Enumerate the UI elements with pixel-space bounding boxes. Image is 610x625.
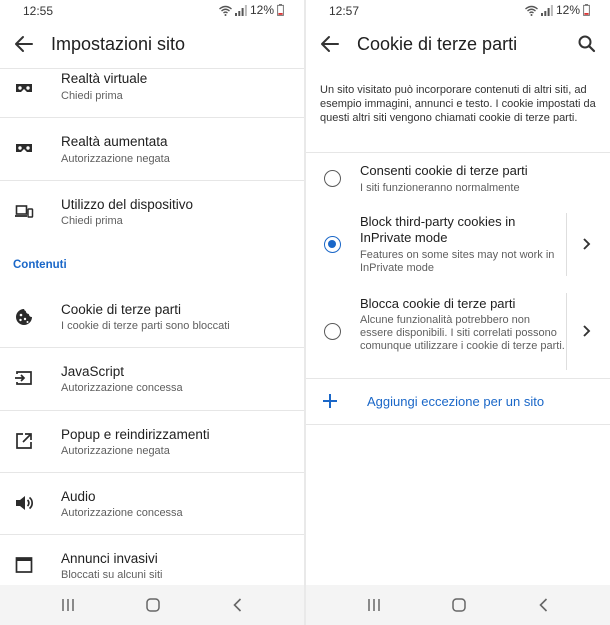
radio-block-cookies[interactable]: [324, 323, 341, 340]
setting-subtitle: Autorizzazione negata: [61, 445, 170, 457]
plus-icon: [323, 394, 337, 408]
app-bar-divider: [0, 68, 304, 69]
battery-text: 12%: [249, 3, 274, 17]
setting-item-audio[interactable]: Audio Autorizzazione concessa: [0, 473, 304, 534]
javascript-icon: [15, 371, 32, 385]
wifi-icon: [219, 5, 232, 16]
home-icon[interactable]: [451, 597, 467, 613]
setting-title: Utilizzo del dispositivo: [61, 197, 194, 212]
signal-icon: [540, 4, 553, 16]
system-nav-bar: [306, 585, 610, 625]
back-arrow-icon[interactable]: [12, 32, 36, 56]
radio-allow-cookies[interactable]: [324, 170, 341, 187]
option-separator: [566, 293, 567, 370]
setting-item-intrusive-ads[interactable]: Annunci invasivi Bloccati su alcuni siti: [0, 535, 304, 585]
vr-headset-icon: [16, 84, 32, 92]
option-subtitle: I siti funzioneranno normalmente: [360, 182, 520, 194]
ar-headset-icon: [16, 144, 32, 152]
setting-subtitle: Autorizzazione negata: [61, 153, 170, 165]
add-exception-label: Aggiungi eccezione per un sito: [367, 394, 545, 409]
setting-item-device-usage[interactable]: Utilizzo del dispositivo Chiedi prima: [0, 181, 304, 243]
status-icons: 12%: [525, 3, 590, 17]
setting-subtitle: Chiedi prima: [61, 215, 123, 227]
cookie-icon: [16, 309, 32, 325]
setting-item-javascript[interactable]: JavaScript Autorizzazione concessa: [0, 348, 304, 410]
section-header-contents: Contenuti: [13, 259, 67, 271]
setting-subtitle: Bloccati su alcuni siti: [61, 569, 163, 581]
setting-title: Realtà virtuale: [61, 71, 148, 86]
divider: [306, 378, 610, 379]
option-block-inprivate[interactable]: Block third-party cookies in InPrivate m…: [306, 210, 610, 284]
back-nav-icon[interactable]: [536, 597, 552, 613]
option-subtitle: Features on some sites may not work in I…: [360, 249, 555, 274]
site-settings-screen: 12:55 12% Impostazioni sito Realtà virtu…: [0, 0, 304, 625]
option-subtitle: Alcune funzionalità potrebbero non esser…: [360, 314, 565, 352]
page-title: Cookie di terze parti: [357, 34, 518, 54]
battery-low-icon: [583, 4, 590, 16]
signal-icon: [234, 4, 247, 16]
status-bar: 12:57 12%: [306, 0, 610, 22]
back-arrow-icon[interactable]: [318, 32, 342, 56]
search-icon[interactable]: [576, 33, 598, 55]
setting-title: Popup e reindirizzamenti: [61, 427, 210, 442]
back-nav-icon[interactable]: [230, 597, 246, 613]
setting-title: JavaScript: [61, 364, 125, 379]
setting-item-popups-redirects[interactable]: Popup e reindirizzamenti Autorizzazione …: [0, 411, 304, 472]
option-allow-cookies[interactable]: Consenti cookie di terze parti I siti fu…: [306, 153, 610, 210]
cookies-description: Un sito visitato può incorporare contenu…: [320, 84, 596, 124]
home-icon[interactable]: [145, 597, 161, 613]
ad-window-icon: [15, 557, 33, 573]
setting-title: Cookie di terze parti: [61, 302, 182, 317]
setting-subtitle: Autorizzazione concessa: [61, 382, 183, 394]
status-bar: 12:55 12%: [0, 0, 304, 22]
option-separator: [566, 213, 567, 276]
popup-icon: [16, 433, 32, 449]
system-nav-bar: [0, 585, 304, 625]
setting-title: Audio: [61, 489, 96, 504]
setting-subtitle: I cookie di terze parti sono bloccati: [61, 320, 230, 332]
setting-item-virtual-reality[interactable]: Realtà virtuale Chiedi prima: [0, 70, 304, 114]
setting-subtitle: Autorizzazione concessa: [61, 507, 183, 519]
recent-apps-icon[interactable]: [366, 597, 382, 613]
devices-icon: [15, 205, 34, 218]
setting-item-augmented-reality[interactable]: Realtà aumentata Autorizzazione negata: [0, 118, 304, 180]
status-time: 12:55: [23, 4, 54, 18]
page-title: Impostazioni sito: [51, 34, 186, 54]
status-icons: 12%: [219, 3, 284, 17]
chevron-right-icon[interactable]: [580, 237, 592, 251]
option-title: Consenti cookie di terze parti: [360, 163, 528, 178]
add-site-exception-button[interactable]: Aggiungi eccezione per un sito: [306, 389, 610, 415]
third-party-cookies-screen: 12:57 12% Cookie di terze parti Un sito …: [306, 0, 610, 625]
app-bar: Cookie di terze parti: [306, 22, 610, 68]
battery-low-icon: [277, 4, 284, 16]
screens: 12:55 12% Impostazioni sito Realtà virtu…: [0, 0, 610, 625]
battery-text: 12%: [555, 3, 580, 17]
setting-title: Realtà aumentata: [61, 134, 168, 149]
option-title: Block third-party cookies in InPrivate m…: [360, 214, 516, 245]
setting-subtitle: Chiedi prima: [61, 90, 123, 102]
setting-item-third-party-cookies[interactable]: Cookie di terze parti I cookie di terze …: [0, 286, 304, 347]
option-block-cookies[interactable]: Blocca cookie di terze parti Alcune funz…: [306, 288, 610, 378]
setting-title: Annunci invasivi: [61, 551, 158, 566]
wifi-icon: [525, 5, 538, 16]
status-time: 12:57: [329, 4, 360, 18]
option-title: Blocca cookie di terze parti: [360, 296, 516, 311]
divider: [306, 424, 610, 425]
app-bar: Impostazioni sito: [0, 22, 304, 68]
recent-apps-icon[interactable]: [60, 597, 76, 613]
speaker-icon: [16, 496, 34, 510]
chevron-right-icon[interactable]: [580, 324, 592, 338]
radio-block-inprivate-selected[interactable]: [324, 236, 341, 253]
